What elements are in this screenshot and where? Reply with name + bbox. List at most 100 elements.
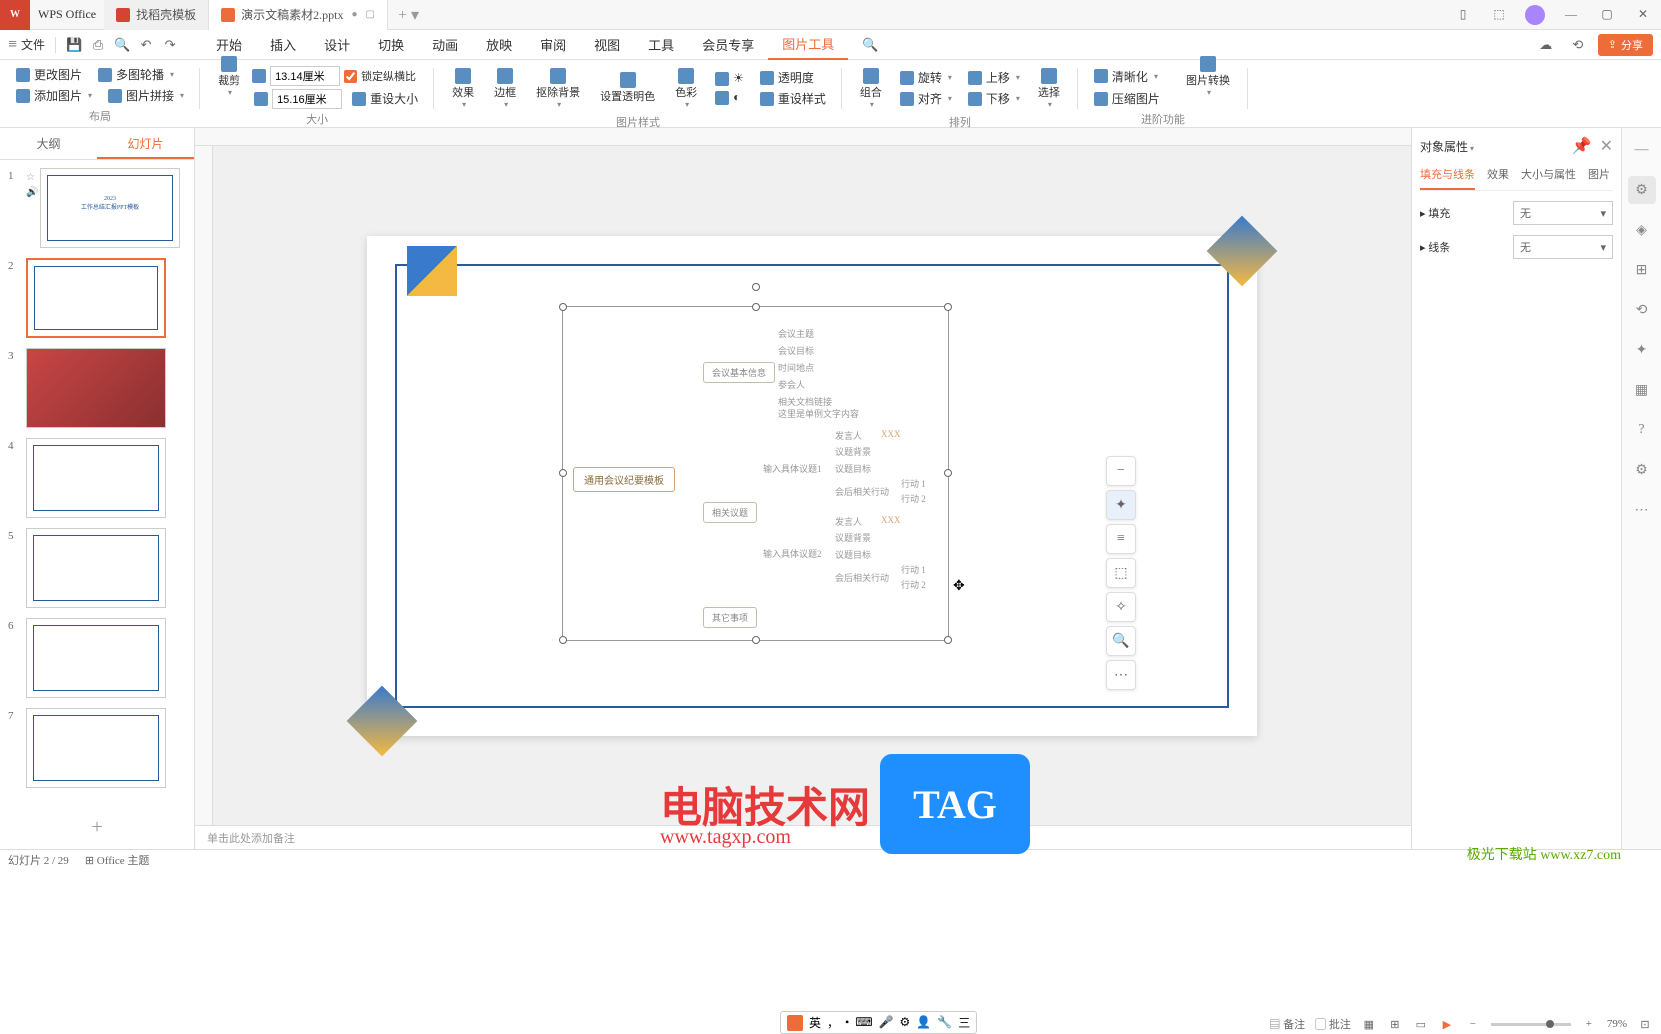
view-slideshow-icon[interactable]: ▶ bbox=[1439, 1016, 1455, 1032]
fill-select[interactable]: 无▾ bbox=[1513, 201, 1613, 225]
reset-size-button[interactable]: 重设大小 bbox=[346, 88, 424, 109]
ime-icon-5[interactable]: 👤 bbox=[916, 1015, 931, 1030]
zoom-slider[interactable] bbox=[1491, 1023, 1571, 1026]
slide-thumbnail-6[interactable]: 6 bbox=[8, 618, 186, 698]
ime-toolbar[interactable]: 英 ， • ⌨ 🎤 ⚙ 👤 🔧 三 bbox=[780, 1011, 977, 1034]
rotate-handle[interactable] bbox=[752, 283, 760, 291]
remove-bg-button[interactable]: 抠除背景 bbox=[528, 64, 588, 113]
combine-button[interactable]: 组合 bbox=[852, 64, 890, 113]
hamburger-icon[interactable]: ≡ bbox=[8, 36, 17, 54]
compress-button[interactable]: 压缩图片 bbox=[1088, 88, 1166, 109]
outline-tab[interactable]: 大纲 bbox=[0, 128, 97, 159]
collapse-tool[interactable]: − bbox=[1106, 456, 1136, 486]
view-sorter-icon[interactable]: ⊞ bbox=[1387, 1016, 1403, 1032]
tab-animation[interactable]: 动画 bbox=[418, 30, 472, 60]
share-button[interactable]: ⇪ 分享 bbox=[1598, 34, 1653, 56]
add-picture-button[interactable]: 添加图片 bbox=[10, 85, 98, 106]
cloud-icon[interactable]: ☁ bbox=[1534, 33, 1558, 57]
comments-toggle[interactable]: ▢ 批注 bbox=[1315, 1016, 1351, 1032]
selected-image[interactable]: 通用会议纪要模板 会议基本信息 会议主题 会议目标 时间地点 参会人 相关文档链… bbox=[562, 306, 949, 641]
align-button[interactable]: 对齐 bbox=[894, 88, 958, 109]
undo-icon[interactable]: ↶ bbox=[134, 33, 158, 57]
theme-indicator[interactable]: ⊞ Office 主题 bbox=[85, 852, 150, 868]
tab-insert[interactable]: 插入 bbox=[256, 30, 310, 60]
sidebar-help[interactable]: ? bbox=[1628, 416, 1656, 444]
line-select[interactable]: 无▾ bbox=[1513, 235, 1613, 259]
sidebar-settings[interactable]: ⚙ bbox=[1628, 456, 1656, 484]
tab-close-icon[interactable]: ▢ bbox=[366, 9, 375, 20]
tab-templates[interactable]: 找稻壳模板 bbox=[104, 0, 209, 30]
sidebar-transition[interactable]: ⟲ bbox=[1628, 296, 1656, 324]
slide-thumbnail-1[interactable]: 1 ☆🔊 2023工作总结汇报PPT模板 bbox=[8, 168, 186, 248]
sidebar-properties[interactable]: ⚙ bbox=[1628, 176, 1656, 204]
reset-style-button[interactable]: 重设样式 bbox=[754, 88, 832, 109]
file-menu[interactable]: 文件 bbox=[21, 36, 45, 53]
sidebar-resource[interactable]: ▦ bbox=[1628, 376, 1656, 404]
zoom-value[interactable]: 79% bbox=[1607, 1018, 1627, 1030]
notes-toggle[interactable]: ▤ 备注 bbox=[1269, 1016, 1305, 1032]
cube-icon[interactable]: ⬚ bbox=[1481, 0, 1517, 30]
tab-add-button[interactable]: + ▾ bbox=[388, 5, 429, 25]
zoom-in-icon[interactable]: + bbox=[1581, 1016, 1597, 1032]
minimize-button[interactable]: — bbox=[1553, 0, 1589, 30]
tab-member[interactable]: 会员专享 bbox=[688, 30, 768, 60]
tab-slideshow[interactable]: 放映 bbox=[472, 30, 526, 60]
rotate-button[interactable]: 旋转 bbox=[894, 67, 958, 88]
slide-thumbnail-2[interactable]: 2 bbox=[8, 258, 186, 338]
crop-tool[interactable]: ⬚ bbox=[1106, 558, 1136, 588]
props-tab-size[interactable]: 大小与属性 bbox=[1521, 166, 1576, 190]
slide-thumbnail-3[interactable]: 3 bbox=[8, 348, 186, 428]
close-button[interactable]: ✕ bbox=[1625, 0, 1661, 30]
sidebar-design[interactable]: ◈ bbox=[1628, 216, 1656, 244]
lock-ratio-checkbox[interactable]: 锁定纵横比 bbox=[344, 68, 416, 84]
magic-tool[interactable]: ✧ bbox=[1106, 592, 1136, 622]
multi-carousel-button[interactable]: 多图轮播 bbox=[92, 64, 180, 85]
slide-thumbnail-4[interactable]: 4 bbox=[8, 438, 186, 518]
redo-icon[interactable]: ↷ bbox=[158, 33, 182, 57]
move-down-button[interactable]: 下移 bbox=[962, 88, 1026, 109]
clarity-button[interactable]: 清晰化 bbox=[1088, 66, 1164, 87]
canvas-viewport[interactable]: 通用会议纪要模板 会议基本信息 会议主题 会议目标 时间地点 参会人 相关文档链… bbox=[213, 146, 1411, 825]
effect-button[interactable]: 效果 bbox=[444, 64, 482, 113]
props-tab-fill[interactable]: 填充与线条 bbox=[1420, 166, 1475, 190]
ime-icon-2[interactable]: ⌨ bbox=[855, 1015, 872, 1030]
slide-thumbnail-7[interactable]: 7 bbox=[8, 708, 186, 788]
view-reading-icon[interactable]: ▭ bbox=[1413, 1016, 1429, 1032]
maximize-button[interactable]: ▢ bbox=[1589, 0, 1625, 30]
slides-list[interactable]: 1 ☆🔊 2023工作总结汇报PPT模板 2 3 4 5 6 bbox=[0, 160, 194, 806]
set-transparent-button[interactable]: 设置透明色 bbox=[592, 68, 663, 108]
ime-icon-6[interactable]: 🔧 bbox=[937, 1015, 952, 1030]
props-title[interactable]: 对象属性 bbox=[1420, 138, 1474, 155]
slide-thumbnail-5[interactable]: 5 bbox=[8, 528, 186, 608]
props-tab-effect[interactable]: 效果 bbox=[1487, 166, 1509, 190]
transparency-button[interactable]: 透明度 bbox=[754, 67, 832, 88]
search-icon[interactable]: 🔍 bbox=[848, 30, 892, 60]
view-normal-icon[interactable]: ▦ bbox=[1361, 1016, 1377, 1032]
picture-merge-button[interactable]: 图片拼接 bbox=[102, 85, 190, 106]
sidebar-animation[interactable]: ⊞ bbox=[1628, 256, 1656, 284]
panel-icon[interactable]: ▯ bbox=[1445, 0, 1481, 30]
tab-picture-tools[interactable]: 图片工具 bbox=[768, 30, 848, 60]
move-up-button[interactable]: 上移 bbox=[962, 67, 1026, 88]
ime-icon-4[interactable]: ⚙ bbox=[900, 1015, 911, 1030]
pin-icon[interactable]: 📌 bbox=[1572, 136, 1592, 156]
sidebar-collapse[interactable]: — bbox=[1628, 136, 1656, 164]
zoom-out-icon[interactable]: − bbox=[1465, 1016, 1481, 1032]
tab-view[interactable]: 视图 bbox=[580, 30, 634, 60]
color-button[interactable]: 色彩 bbox=[667, 64, 705, 113]
border-button[interactable]: 边框 bbox=[486, 64, 524, 113]
add-slide-button[interactable]: + bbox=[0, 806, 194, 849]
ime-icon-3[interactable]: 🎤 bbox=[879, 1015, 894, 1030]
ai-tool[interactable]: ✦ bbox=[1106, 490, 1136, 520]
change-picture-button[interactable]: 更改图片 bbox=[10, 64, 88, 85]
layers-tool[interactable]: ≡ bbox=[1106, 524, 1136, 554]
avatar[interactable] bbox=[1517, 0, 1553, 30]
save-icon[interactable]: 💾 bbox=[62, 33, 86, 57]
zoom-tool[interactable]: 🔍 bbox=[1106, 626, 1136, 656]
ime-icon-7[interactable]: 三 bbox=[958, 1014, 970, 1031]
sync-icon[interactable]: ⟲ bbox=[1566, 33, 1590, 57]
tab-design[interactable]: 设计 bbox=[310, 30, 364, 60]
height-input[interactable] bbox=[272, 89, 342, 109]
close-panel-icon[interactable]: ✕ bbox=[1600, 136, 1613, 156]
sidebar-ai[interactable]: ✦ bbox=[1628, 336, 1656, 364]
